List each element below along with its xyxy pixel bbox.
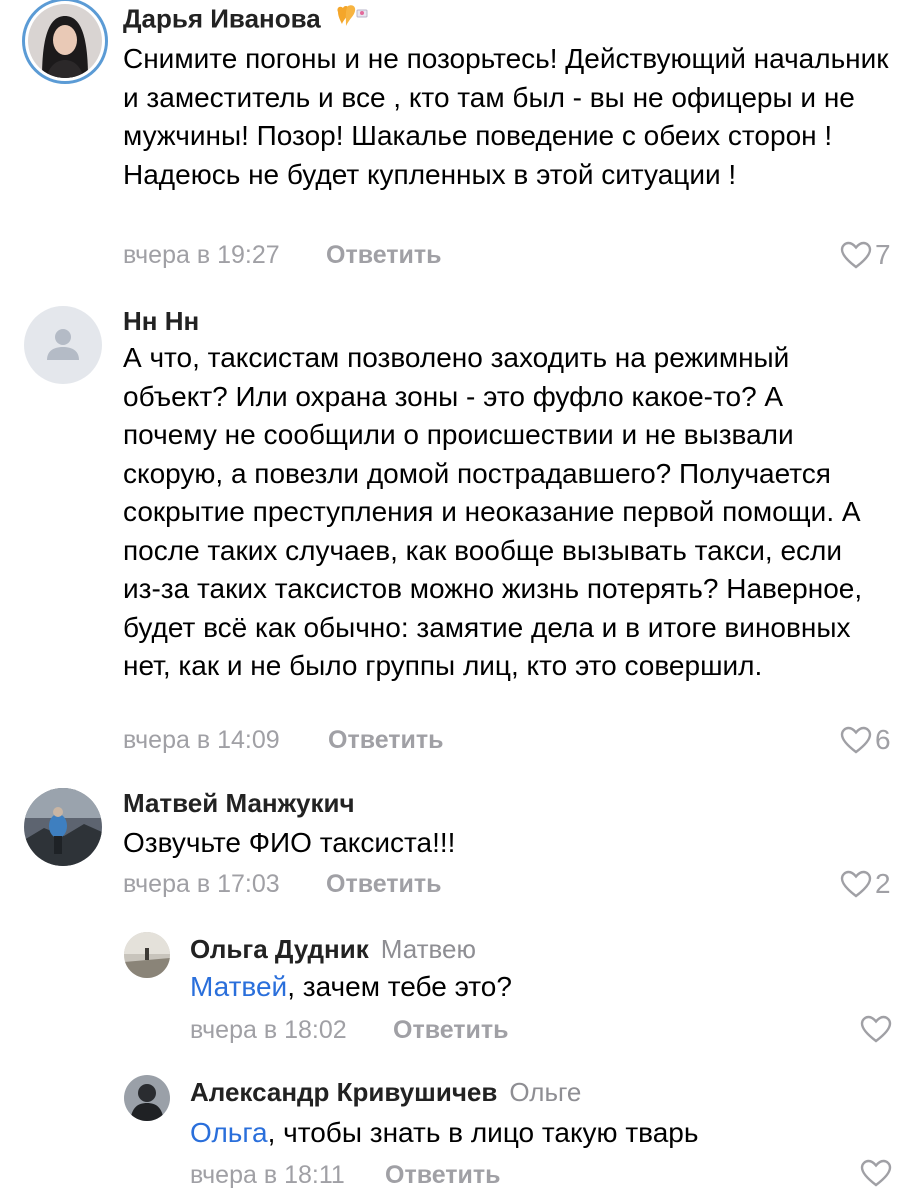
reply-button[interactable]: Ответить <box>328 726 444 755</box>
comment-time: вчера в 14:09 <box>123 726 280 754</box>
comment-text: А что, таксистам позволено заходить на р… <box>123 342 863 681</box>
heart-icon <box>840 241 872 269</box>
like-count: 6 <box>875 724 891 755</box>
comment-item: Матвей Манжукич Озвучьте ФИО таксиста!!!… <box>0 780 924 915</box>
heart-wings-badge-icon <box>332 2 368 39</box>
like-button[interactable]: 6 <box>840 724 891 756</box>
comment-item: Дарья Иванова Снимите погоны и не позорь… <box>0 0 924 290</box>
comment-time: вчера в 19:27 <box>123 241 280 269</box>
avatar[interactable] <box>24 788 102 866</box>
like-count: 7 <box>875 239 891 270</box>
comment-text: Ольга, чтобы знать в лицо такую тварь <box>190 1117 699 1148</box>
reply-button[interactable]: Ответить <box>385 1161 501 1190</box>
mention-link[interactable]: Ольга <box>190 1117 268 1148</box>
avatar[interactable] <box>22 0 108 84</box>
comment-author[interactable]: Ольга Дудник Матвею <box>190 934 476 965</box>
reply-to-label[interactable]: Ольге <box>509 1077 581 1107</box>
comment-text: Озвучьте ФИО таксиста!!! <box>123 827 456 858</box>
avatar[interactable] <box>124 1075 170 1121</box>
reply-button[interactable]: Ответить <box>326 870 442 899</box>
like-button[interactable] <box>860 1159 895 1187</box>
reply-item: Александр Кривушичев Ольге Ольга, чтобы з… <box>0 1065 924 1200</box>
comment-author[interactable]: Матвей Манжукич <box>123 788 355 819</box>
reply-button[interactable]: Ответить <box>326 241 442 270</box>
reply-item: Ольга Дудник Матвею Матвей, зачем тебе эт… <box>0 920 924 1065</box>
like-button[interactable] <box>860 1015 895 1043</box>
heart-icon <box>840 726 872 754</box>
mention-link[interactable]: Матвей <box>190 971 287 1002</box>
comment-author[interactable]: Александр Кривушичев Ольге <box>190 1077 581 1108</box>
heart-icon <box>840 870 872 898</box>
default-user-icon <box>47 329 79 360</box>
comment-author[interactable]: Дарья Иванова <box>123 2 368 39</box>
comment-author[interactable]: Нн Нн <box>123 306 199 337</box>
comment-time: вчера в 17:03 <box>123 870 280 898</box>
reply-button[interactable]: Ответить <box>393 1016 509 1045</box>
like-button[interactable]: 7 <box>840 239 891 271</box>
reply-to-label[interactable]: Матвею <box>381 934 476 964</box>
avatar[interactable] <box>24 306 102 384</box>
comment-time: вчера в 18:11 <box>190 1161 345 1189</box>
like-count: 2 <box>875 868 891 899</box>
avatar[interactable] <box>124 932 170 978</box>
comment-time: вчера в 18:02 <box>190 1016 347 1044</box>
heart-icon <box>860 1015 892 1043</box>
comment-item: Нн Нн А что, таксистам позволено заходит… <box>0 290 924 780</box>
heart-icon <box>860 1159 892 1187</box>
comment-text: Снимите погоны и не позорьтесь! Действую… <box>123 43 889 190</box>
comment-text: Матвей, зачем тебе это? <box>190 971 512 1002</box>
like-button[interactable]: 2 <box>840 868 891 900</box>
